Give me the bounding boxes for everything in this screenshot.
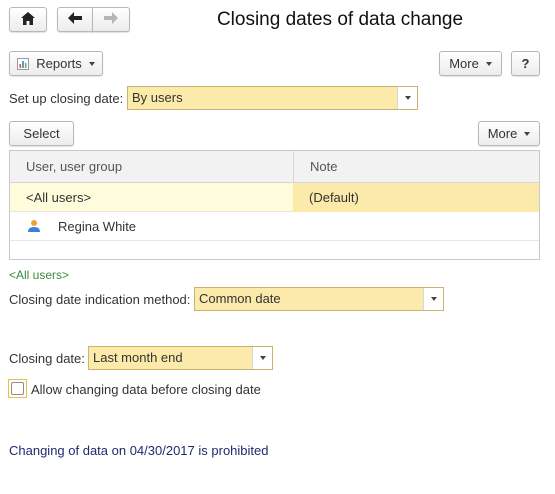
chevron-down-icon (485, 61, 492, 66)
method-label: Closing date indication method: (9, 292, 191, 307)
table-header: User, user group Note (10, 151, 539, 183)
user-icon (27, 219, 41, 236)
method-select[interactable]: Common date (194, 287, 444, 311)
status-text: Changing of data on 04/30/2017 is prohib… (9, 443, 269, 458)
setup-value: By users (128, 87, 397, 109)
closing-date-label: Closing date: (9, 351, 85, 366)
column-divider (293, 151, 294, 182)
closing-date-select[interactable]: Last month end (88, 346, 273, 370)
table-bottom-border (10, 259, 539, 260)
back-arrow-icon (68, 12, 82, 27)
forward-arrow-icon (104, 12, 118, 27)
select-label: Select (23, 126, 60, 141)
setup-dropdown-button[interactable] (397, 87, 417, 109)
column-header-user[interactable]: User, user group (26, 151, 122, 183)
more-label: More (449, 56, 479, 71)
table-row[interactable]: <All users> (Default) (10, 183, 539, 212)
select-button[interactable]: Select (9, 121, 74, 146)
more-button[interactable]: More (439, 51, 502, 76)
chevron-down-icon (259, 356, 266, 360)
forward-button[interactable] (92, 7, 130, 32)
help-button[interactable]: ? (511, 51, 540, 76)
setup-select[interactable]: By users (127, 86, 418, 110)
reports-button[interactable]: Reports (9, 51, 103, 76)
closing-date-value: Last month end (89, 347, 252, 369)
chevron-down-icon (88, 61, 95, 66)
home-icon (21, 11, 35, 28)
list-more-label: More (487, 126, 518, 141)
back-button[interactable] (57, 7, 93, 32)
chevron-down-icon (430, 297, 437, 301)
method-value: Common date (195, 288, 423, 310)
report-icon (17, 57, 30, 70)
setup-label: Set up closing date: (9, 91, 124, 106)
reports-label: Reports (36, 56, 82, 71)
allow-changing-checkbox[interactable] (8, 379, 27, 398)
note-cell-bg: (Default) (293, 183, 539, 212)
help-label: ? (521, 56, 530, 71)
users-table[interactable]: User, user group Note <All users> (Defau… (9, 150, 540, 260)
chevron-down-icon (524, 131, 531, 136)
closing-date-dropdown-button[interactable] (252, 347, 272, 369)
note-cell: (Default) (309, 190, 359, 205)
list-more-button[interactable]: More (478, 121, 540, 146)
home-button[interactable] (9, 7, 47, 32)
group-link[interactable]: <All users> (9, 268, 69, 282)
table-row[interactable]: Regina White (10, 212, 539, 241)
page-title: Closing dates of data change (216, 9, 464, 30)
user-cell: Regina White (58, 219, 137, 234)
chevron-down-icon (404, 96, 411, 100)
user-cell: <All users> (26, 190, 92, 205)
column-header-note[interactable]: Note (310, 151, 337, 183)
method-dropdown-button[interactable] (423, 288, 443, 310)
allow-changing-label[interactable]: Allow changing data before closing date (31, 382, 261, 397)
checkbox-box (11, 382, 24, 395)
